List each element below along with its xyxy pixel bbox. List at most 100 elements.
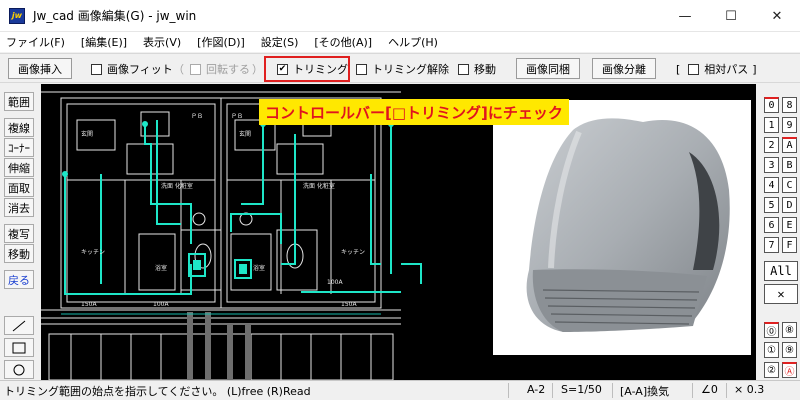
menu-bar: ファイル(F) [編集(E)] 表示(V) [作図(D)] 設定(S) [その他… [0, 32, 800, 52]
layer-a[interactable]: Ⓐ [782, 362, 797, 378]
cad-label-entrance-1: 玄関 [81, 130, 93, 138]
maximize-button[interactable]: ☐ [708, 0, 754, 32]
status-divider [612, 383, 613, 398]
inserted-vent-hood-image[interactable] [493, 100, 751, 355]
title-bar: jw Jw_cad 画像編集(G) - jw_win — ☐ ✕ [0, 0, 800, 32]
control-bar: 画像挿入 画像フィット （ 回転する ） ✔ トリミング トリミング解除 移動 … [0, 53, 800, 83]
status-zoom[interactable]: × 0.3 [734, 383, 764, 396]
checkbox-box[interactable] [356, 63, 367, 75]
layer-group-b[interactable]: B [782, 157, 797, 173]
layer-group-e[interactable]: E [782, 217, 797, 233]
layer-group-0[interactable]: 0 [764, 97, 779, 113]
trimming-release-label: トリミング解除 [372, 63, 449, 76]
cad-label-kitchen-2: キッチン [341, 249, 365, 256]
layer-group-5[interactable]: 5 [764, 197, 779, 213]
layer-group-a[interactable]: A [782, 137, 797, 153]
trimming-release-checkbox[interactable]: トリミング解除 [356, 59, 449, 79]
menu-edit[interactable]: [編集(E)] [81, 34, 127, 50]
status-layer[interactable]: A-2 [527, 383, 545, 396]
layer-group-9[interactable]: 9 [782, 117, 797, 133]
all-layer-groups-button[interactable]: All [764, 261, 798, 281]
layer-group-3[interactable]: 3 [764, 157, 779, 173]
tool-parallel-line[interactable]: 複線 [4, 118, 34, 137]
tool-range[interactable]: 範囲 [4, 92, 34, 111]
tool-chamfer[interactable]: 面取 [4, 178, 34, 197]
move-checkbox[interactable]: 移動 [458, 59, 496, 79]
status-angle[interactable]: ∠0 [701, 383, 718, 396]
line-tool[interactable] [4, 316, 34, 335]
vent-hood-picture [526, 118, 730, 332]
tool-copy[interactable]: 複写 [4, 224, 34, 243]
checkbox-box[interactable] [91, 63, 102, 75]
layer-group-8[interactable]: 8 [782, 97, 797, 113]
layer-group-7[interactable]: 7 [764, 237, 779, 253]
tool-erase[interactable]: 消去 [4, 198, 34, 217]
annotation-callout: コントロールバー[□トリミング]にチェック [259, 99, 569, 125]
cross-icon[interactable]: ✕ [764, 284, 798, 304]
circle-icon [13, 364, 25, 375]
circle-tool[interactable] [4, 360, 34, 379]
trimming-label: トリミング [293, 63, 348, 76]
layer-2[interactable]: ② [764, 362, 779, 378]
menu-view[interactable]: 表示(V) [143, 34, 181, 50]
insert-image-button[interactable]: 画像挿入 [8, 58, 72, 79]
layer-group-1[interactable]: 1 [764, 117, 779, 133]
layer-group-d[interactable]: D [782, 197, 797, 213]
window-title: Jw_cad 画像編集(G) - jw_win [33, 9, 197, 23]
layer-9[interactable]: ⑨ [782, 342, 797, 358]
checkbox-box[interactable] [190, 63, 201, 75]
rotate-open-paren: （ [173, 63, 184, 76]
status-scale[interactable]: S=1/50 [561, 383, 602, 396]
tool-undo[interactable]: 戻る [4, 270, 34, 289]
cad-label-100a-2: 100A [327, 279, 343, 286]
status-message: トリミング範囲の始点を指示してください。 (L)free (R)Read [4, 385, 311, 398]
close-button[interactable]: ✕ [754, 0, 800, 32]
tool-move[interactable]: 移動 [4, 244, 34, 263]
menu-other[interactable]: [その他(A)] [314, 34, 372, 50]
cad-label-150a-2: 150A [341, 301, 357, 308]
minimize-button[interactable]: — [662, 0, 708, 32]
fit-image-checkbox[interactable]: 画像フィット [91, 59, 173, 79]
layer-group-6[interactable]: 6 [764, 217, 779, 233]
layer-group-4[interactable]: 4 [764, 177, 779, 193]
cad-label-kitchen-1: キッチン [81, 249, 105, 256]
checkbox-checked[interactable]: ✔ [277, 63, 288, 75]
menu-settings[interactable]: 設定(S) [261, 34, 299, 50]
image-separate-button[interactable]: 画像分離 [592, 58, 656, 79]
checkbox-box[interactable] [458, 63, 469, 75]
trimming-checkbox[interactable]: ✔ トリミング [277, 59, 348, 79]
menu-draw[interactable]: [作図(D)] [197, 34, 245, 50]
image-bundle-button[interactable]: 画像同梱 [516, 58, 580, 79]
cad-label-washroom-2: 洗面 化粧室 [303, 182, 335, 190]
rotate-close-paren: ） [252, 63, 263, 76]
right-toolbar: 0 8 1 9 2 A 3 B 4 C 5 D 6 E 7 F All ✕ ⓪ … [757, 84, 800, 380]
layer-group-2[interactable]: 2 [764, 137, 779, 153]
cad-label-pb-2: ＰＢ [231, 113, 243, 120]
left-toolbar: 範囲 複線 ｺｰﾅｰ 伸縮 面取 消去 複写 移動 戻る [0, 84, 37, 380]
layer-8[interactable]: ⑧ [782, 322, 797, 338]
status-divider [692, 383, 693, 398]
rotate-checkbox[interactable]: （ 回転する ） [173, 59, 263, 79]
status-divider [552, 383, 553, 398]
checkbox-box[interactable] [688, 63, 700, 75]
menu-help[interactable]: ヘルプ(H) [388, 34, 438, 50]
menu-file[interactable]: ファイル(F) [6, 34, 65, 50]
layer-1[interactable]: ① [764, 342, 779, 358]
layer-group-f[interactable]: F [782, 237, 797, 253]
layer-0[interactable]: ⓪ [764, 322, 779, 338]
relative-path-checkbox[interactable]: [ 相対パス ] [676, 59, 757, 79]
cad-label-pb-1: ＰＢ [191, 113, 203, 120]
rectangle-icon [12, 342, 26, 353]
rectangle-tool[interactable] [4, 338, 34, 357]
status-layer-name[interactable]: [A-A]換気 [620, 383, 669, 399]
cad-label-entrance-2: 玄関 [239, 130, 251, 138]
cad-label-bath-2: 浴室 [253, 264, 265, 272]
line-icon [12, 320, 26, 331]
fit-image-label: 画像フィット [107, 63, 173, 76]
tool-stretch[interactable]: 伸縮 [4, 158, 34, 177]
cad-label-washroom-1: 洗面 化粧室 [161, 182, 193, 190]
tool-corner[interactable]: ｺｰﾅｰ [4, 138, 34, 157]
drawing-canvas[interactable]: 玄関 玄関 洗面 化粧室 洗面 化粧室 キッチン キッチン 浴室 浴室 150A… [41, 84, 756, 380]
jw-app-icon: jw [9, 7, 25, 24]
layer-group-c[interactable]: C [782, 177, 797, 193]
